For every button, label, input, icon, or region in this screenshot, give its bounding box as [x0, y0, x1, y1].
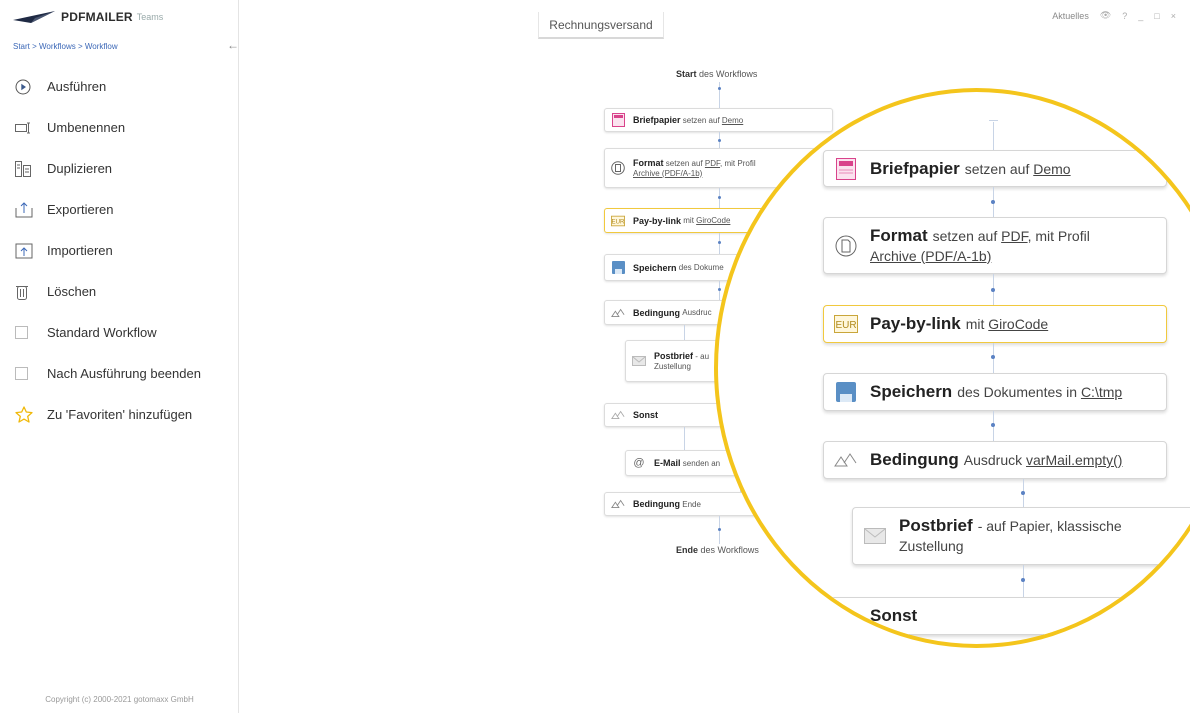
workflow-title-tab[interactable]: Rechnungsversand — [538, 12, 664, 39]
envelope-icon — [632, 354, 646, 368]
sidebar: PDFMAILER Teams Start > Workflows > Work… — [0, 0, 239, 713]
zoom-step-postbrief[interactable]: Postbrief - auf Papier, klassische Zustell… — [852, 507, 1190, 565]
app-logo: PDFMAILER Teams — [13, 10, 163, 24]
menu-item-label: Nach Ausführung beenden — [47, 366, 201, 381]
zoom-step-bedingung[interactable]: Bedingung Ausdruck varMail.empty() — [823, 441, 1167, 479]
duplicate-icon — [15, 160, 39, 178]
zoom-step-format[interactable]: Format setzen auf PDF, mit Profil Archive … — [823, 217, 1167, 274]
eur-icon: EUR — [834, 312, 858, 336]
menu-item-label: Standard Workflow — [47, 325, 157, 340]
copyright-text: Copyright (c) 2000-2021 gotomaxx GmbH — [45, 695, 194, 704]
sidebar-menu: Ausführen Umbenennen Duplizieren Exporti… — [0, 66, 239, 435]
menu-item-label: Importieren — [47, 243, 113, 258]
help-icon[interactable]: ? — [1122, 11, 1127, 21]
condition-end-icon — [611, 497, 625, 511]
document-format-icon — [834, 234, 858, 258]
menu-item-ausfuehren[interactable]: Ausführen — [0, 66, 239, 107]
letterhead-icon — [611, 113, 625, 127]
checkbox-nach-ausfuehrung-beenden[interactable] — [15, 367, 28, 380]
menu-item-label: Löschen — [47, 284, 97, 299]
rename-icon — [15, 119, 39, 137]
import-icon — [15, 242, 39, 260]
document-format-icon — [611, 161, 625, 175]
eur-icon: EUR — [611, 214, 625, 228]
else-icon — [834, 604, 858, 628]
breadcrumb[interactable]: Start > Workflows > Workflow — [13, 42, 118, 51]
eye-icon[interactable]: 👁 — [1100, 10, 1111, 21]
export-icon — [15, 201, 39, 219]
zoom-step-pay-by-link[interactable]: EUR Pay-by-link mit GiroCode — [823, 305, 1167, 343]
menu-item-label: Duplizieren — [47, 161, 113, 176]
menu-item-label: Ausführen — [47, 79, 107, 94]
zoom-step-briefpapier[interactable]: Briefpapier setzen auf Demo — [823, 150, 1167, 187]
menu-item-duplizieren[interactable]: Duplizieren — [0, 148, 239, 189]
workflow-start-label: Start des Workflows — [676, 69, 758, 79]
zoom-step-sonst[interactable]: Sonst — [823, 597, 1167, 635]
menu-item-importieren[interactable]: Importieren — [0, 230, 239, 271]
aktuelles-link[interactable]: Aktuelles — [1052, 11, 1089, 21]
checkbox-standard-workflow[interactable] — [15, 326, 28, 339]
svg-text:EUR: EUR — [612, 218, 625, 225]
menu-item-exportieren[interactable]: Exportieren — [0, 189, 239, 230]
trash-icon — [15, 283, 39, 301]
condition-icon — [611, 306, 625, 320]
menu-item-loeschen[interactable]: Löschen — [0, 271, 239, 312]
else-icon — [611, 408, 625, 422]
menu-item-nach-ausfuehrung-beenden[interactable]: Nach Ausführung beenden — [0, 353, 239, 394]
menu-item-label: Zu 'Favoriten' hinzufügen — [47, 407, 193, 422]
envelope-icon — [863, 524, 887, 548]
menu-item-label: Umbenennen — [47, 120, 126, 135]
zoom-step-speichern[interactable]: Speichern des Dokumentes in C:\tmp — [823, 373, 1167, 411]
maximize-button[interactable]: □ — [1154, 11, 1159, 21]
play-icon — [15, 78, 39, 96]
app-edition: Teams — [136, 12, 164, 22]
app-name: PDFMAILER — [61, 10, 133, 24]
zoom-magnifier: Briefpapier setzen auf Demo Format setzen … — [714, 88, 1190, 648]
menu-item-standard-workflow[interactable]: Standard Workflow — [0, 312, 239, 353]
svg-text:EUR: EUR — [835, 320, 856, 331]
minimize-button[interactable]: _ — [1138, 11, 1143, 21]
menu-item-umbenennen[interactable]: Umbenennen — [0, 107, 239, 148]
menu-item-label: Exportieren — [47, 202, 114, 217]
at-sign-icon: @ — [633, 457, 645, 469]
paper-plane-icon — [13, 11, 55, 23]
star-icon — [15, 406, 39, 424]
close-button[interactable]: × — [1171, 11, 1176, 21]
back-arrow-icon[interactable]: ← — [227, 38, 239, 52]
condition-icon — [834, 448, 858, 472]
save-icon — [611, 261, 625, 275]
save-icon — [834, 380, 858, 404]
menu-item-favoriten[interactable]: Zu 'Favoriten' hinzufügen — [0, 394, 239, 435]
letterhead-icon — [834, 157, 858, 181]
window-controls: Aktuelles 👁 ? _ □ × — [1052, 10, 1176, 21]
